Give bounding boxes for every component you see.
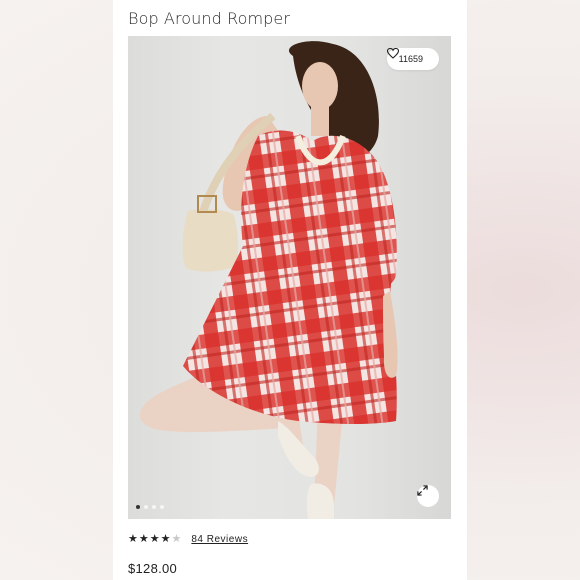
star-icon: ★	[149, 533, 160, 545]
like-button[interactable]: 11659	[386, 48, 439, 70]
star-icon: ★	[171, 533, 182, 545]
expand-button[interactable]	[417, 485, 439, 507]
carousel-dot[interactable]	[136, 505, 140, 509]
carousel-dot[interactable]	[144, 505, 148, 509]
carousel-indicator	[136, 505, 164, 509]
star-rating: ★ ★ ★ ★ ★	[128, 534, 181, 545]
product-image[interactable]: 11659	[128, 36, 451, 519]
rating-row: ★ ★ ★ ★ ★ 84 Reviews	[128, 534, 248, 546]
product-title: Bop Around Romper	[128, 9, 291, 28]
model-illustration	[139, 41, 398, 519]
carousel-dot[interactable]	[152, 505, 156, 509]
star-icon: ★	[160, 533, 171, 545]
carousel-dot[interactable]	[160, 505, 164, 509]
like-count: 11659	[398, 54, 423, 64]
product-card: Bop Around Romper 11659 ★ ★ ★ ★ ★ 84 Rev…	[113, 0, 467, 580]
product-price: $128.00	[128, 561, 178, 576]
star-icon: ★	[138, 533, 149, 545]
star-icon: ★	[128, 533, 138, 545]
reviews-link[interactable]: 84 Reviews	[191, 534, 248, 545]
